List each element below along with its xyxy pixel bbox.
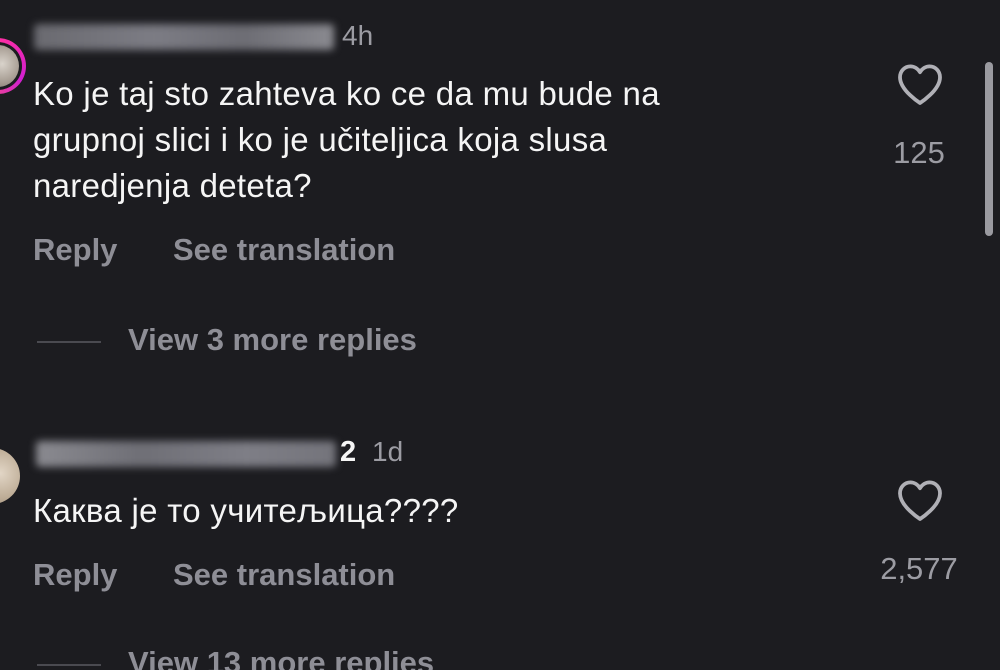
avatar [0, 45, 19, 87]
comment-line: grupnoj slici i ko je učiteljica koja sl… [33, 121, 608, 158]
reply-button[interactable]: Reply [33, 557, 117, 593]
replies-divider [37, 341, 101, 343]
username-blurred[interactable] [34, 24, 334, 50]
scrollbar[interactable] [985, 62, 993, 236]
comment-time: 1d [372, 436, 404, 467]
comments-screen: 4h Ko je taj sto zahteva ko ce da mu bud… [0, 0, 1000, 670]
comment-line: Ko je taj sto zahteva ko ce da mu bude n… [33, 75, 660, 112]
reply-button[interactable]: Reply [33, 232, 117, 268]
like-count: 2,577 [880, 551, 958, 586]
comment-line: naredjenja deteta? [33, 167, 312, 204]
heart-outline-icon[interactable] [895, 62, 945, 106]
replies-divider [37, 664, 101, 666]
see-translation-button[interactable]: See translation [173, 557, 395, 593]
comment-line: Каква је то учитељица???? [33, 492, 459, 529]
avatar-story-ring[interactable] [0, 38, 26, 94]
heart-outline-icon[interactable] [895, 478, 945, 522]
view-more-replies-button[interactable]: View 13 more replies [128, 645, 434, 670]
username-tail[interactable]: 2 [340, 436, 356, 469]
comment-text: Ko je taj sto zahteva ko ce da mu bude n… [33, 71, 833, 209]
username-blurred[interactable] [36, 441, 336, 467]
avatar[interactable] [0, 448, 20, 504]
like-count: 125 [893, 135, 945, 170]
view-more-replies-button[interactable]: View 3 more replies [128, 322, 417, 358]
comment-time: 4h [342, 20, 374, 51]
comment-text: Каква је то учитељица???? [33, 488, 833, 534]
see-translation-button[interactable]: See translation [173, 232, 395, 268]
